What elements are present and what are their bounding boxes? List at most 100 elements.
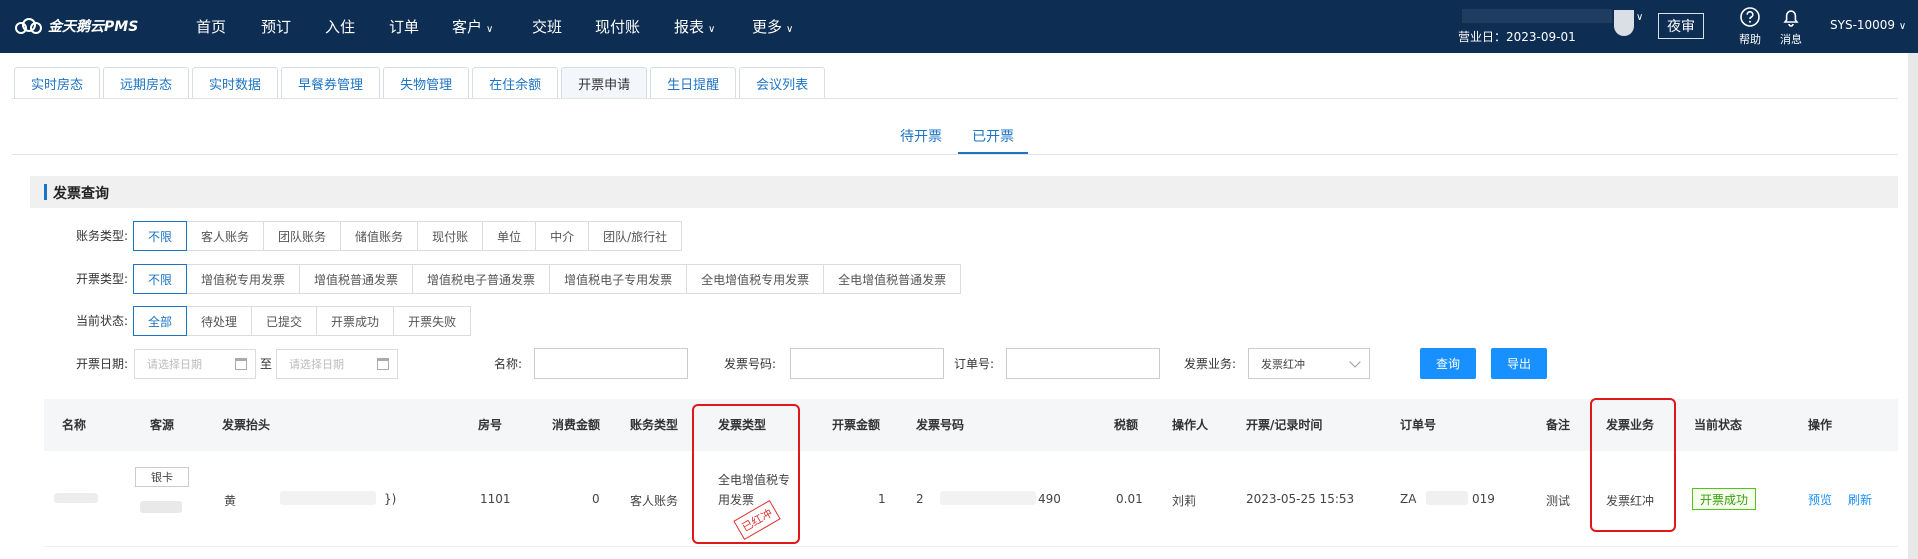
nav-more-label: 更多 — [752, 18, 783, 36]
section-header: 发票查询 — [30, 176, 1898, 208]
user-name: SYS-10009 — [1830, 18, 1896, 32]
bell-icon — [1783, 10, 1799, 27]
start-date-placeholder: 请选择日期 — [147, 358, 202, 371]
divider — [12, 154, 1898, 155]
redacted-order-number — [1426, 491, 1468, 505]
tab-future-room-status[interactable]: 远期房态 — [103, 67, 190, 99]
hotel-avatar-redacted — [1614, 10, 1634, 36]
help-button[interactable]: 帮助 — [1739, 6, 1761, 47]
nav-cash-account[interactable]: 现付账 — [595, 16, 640, 37]
app-logo[interactable]: 金天鹅云PMS — [14, 16, 138, 36]
invoice-number-label: 发票号码: — [724, 357, 777, 371]
invoice-business-select[interactable]: 发票红冲 — [1248, 348, 1370, 379]
invoice-date-label: 开票日期: — [75, 357, 128, 371]
tab-invoice-request[interactable]: 开票申请 — [561, 67, 648, 99]
query-button[interactable]: 查询 — [1420, 348, 1476, 379]
nav-reservation[interactable]: 预订 — [261, 16, 291, 37]
refresh-link[interactable]: 刷新 — [1848, 491, 1872, 508]
help-icon — [1740, 7, 1760, 27]
invoice-amount: 1 — [878, 492, 886, 506]
invoice-type-option[interactable]: 不限 — [133, 264, 188, 294]
messages-label: 消息 — [1780, 33, 1802, 46]
redacted-source — [140, 501, 182, 513]
nav-shift[interactable]: 交班 — [532, 16, 562, 37]
scrollbar[interactable] — [1908, 53, 1918, 559]
invoice-type-option[interactable]: 全电增值税专用发票 — [686, 264, 825, 294]
invoice-type-option[interactable]: 增值税专用发票 — [186, 264, 301, 294]
night-audit-button[interactable]: 夜审 — [1658, 13, 1704, 39]
column-header: 操作人 — [1172, 418, 1209, 432]
tab-realtime-room-status[interactable]: 实时房态 — [14, 67, 101, 99]
nav-checkin[interactable]: 入住 — [325, 16, 355, 37]
account-type-option[interactable]: 储值账务 — [340, 221, 419, 251]
invoice-type-option[interactable]: 增值税电子普通发票 — [412, 264, 551, 294]
status-filter: 全部 待处理 已提交 开票成功 开票失败 — [133, 306, 472, 336]
column-header: 消费金额 — [552, 418, 601, 432]
business-date: 营业日：2023-09-01 — [1458, 30, 1576, 44]
order-number-input[interactable] — [1006, 348, 1160, 379]
name-input[interactable] — [534, 348, 688, 379]
status-badge: 开票成功 — [1692, 488, 1756, 510]
nav-reports[interactable]: 报表 ∨ — [674, 16, 715, 37]
account-type-option[interactable]: 现付账 — [417, 221, 484, 251]
invoice-type-option[interactable]: 增值税普通发票 — [299, 264, 414, 294]
messages-button[interactable]: 消息 — [1780, 6, 1802, 47]
end-date-input[interactable]: 请选择日期 — [276, 349, 398, 379]
divider — [12, 98, 1898, 99]
user-menu[interactable]: SYS-10009 ∨ — [1830, 18, 1906, 32]
status-option[interactable]: 待处理 — [186, 306, 253, 336]
status-option[interactable]: 已提交 — [251, 306, 318, 336]
title-suffix: }) — [384, 492, 397, 506]
preview-link[interactable]: 预览 — [1808, 491, 1832, 508]
subtab-pending-invoice[interactable]: 待开票 — [900, 126, 942, 146]
subtab-issued-invoice[interactable]: 已开票 — [972, 126, 1014, 146]
tab-realtime-data[interactable]: 实时数据 — [192, 67, 279, 99]
nav-home[interactable]: 首页 — [196, 16, 226, 37]
nav-customers[interactable]: 客户 ∨ — [452, 16, 493, 37]
name-label: 名称: — [494, 357, 523, 371]
status-option[interactable]: 开票失败 — [393, 306, 472, 336]
invoice-number-input[interactable] — [790, 348, 944, 379]
account-type-option[interactable]: 不限 — [133, 221, 188, 251]
column-header: 操作 — [1808, 418, 1833, 432]
tab-lost-and-found[interactable]: 失物管理 — [383, 67, 470, 99]
tab-meeting-list[interactable]: 会议列表 — [739, 67, 826, 99]
nav-orders[interactable]: 订单 — [389, 16, 419, 37]
account-type: 客人账务 — [630, 494, 679, 508]
account-type-label: 账务类型: — [75, 229, 128, 243]
status-option[interactable]: 全部 — [133, 306, 188, 336]
status-option[interactable]: 开票成功 — [316, 306, 395, 336]
highlight-invoice-type-column — [692, 404, 800, 544]
tab-birthday-reminder[interactable]: 生日提醒 — [650, 67, 737, 99]
export-button[interactable]: 导出 — [1491, 348, 1547, 379]
account-type-option[interactable]: 团队/旅行社 — [588, 221, 683, 251]
account-type-option[interactable]: 客人账务 — [186, 221, 265, 251]
account-type-option[interactable]: 团队账务 — [263, 221, 342, 251]
calendar-icon — [235, 358, 247, 370]
nav-more[interactable]: 更多 ∨ — [752, 16, 793, 37]
source-tag: 银卡 — [135, 467, 189, 487]
chevron-down-icon[interactable]: ∨ — [1636, 12, 1643, 23]
invoice-type-option[interactable]: 增值税电子专用发票 — [549, 264, 688, 294]
tab-breakfast-vouchers[interactable]: 早餐券管理 — [281, 67, 381, 99]
column-header: 发票抬头 — [222, 418, 271, 432]
tab-inhouse-balance[interactable]: 在住余额 — [472, 67, 559, 99]
column-header: 客源 — [150, 418, 175, 432]
chevron-down-icon: ∨ — [708, 24, 716, 35]
nav-customers-label: 客户 — [452, 18, 483, 36]
account-type-option[interactable]: 单位 — [482, 221, 537, 251]
chevron-down-icon: ∨ — [786, 24, 794, 35]
date-separator: 至 — [260, 357, 273, 371]
invoice-type-option[interactable]: 全电增值税普通发票 — [823, 264, 962, 294]
help-label: 帮助 — [1739, 33, 1761, 46]
title-prefix: 黄 — [224, 494, 237, 508]
column-header: 订单号 — [1400, 418, 1437, 432]
chevron-down-icon: ∨ — [1898, 21, 1907, 32]
start-date-input[interactable]: 请选择日期 — [134, 349, 256, 379]
column-header: 开票/记录时间 — [1246, 418, 1323, 432]
account-type-option[interactable]: 中介 — [535, 221, 590, 251]
hotel-name-redacted — [1462, 9, 1612, 23]
redacted-name — [54, 493, 98, 503]
redacted-title — [280, 491, 376, 505]
column-header: 名称 — [62, 418, 87, 432]
